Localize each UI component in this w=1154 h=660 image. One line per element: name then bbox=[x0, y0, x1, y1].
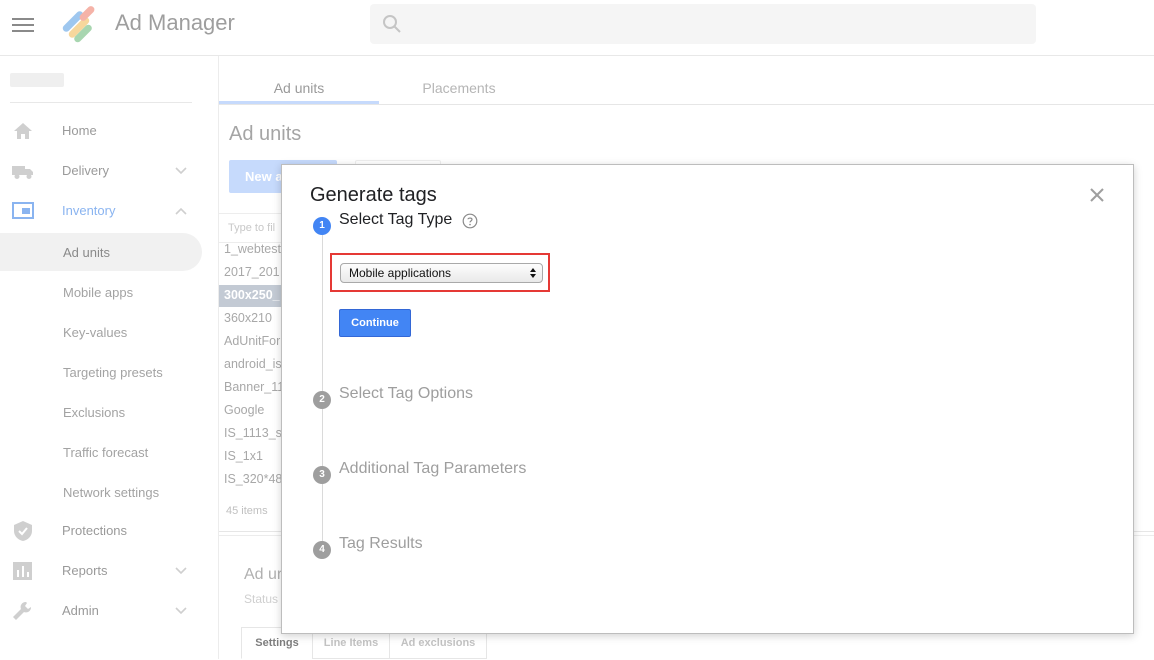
table-row[interactable]: Google bbox=[219, 400, 289, 422]
help-icon[interactable] bbox=[462, 213, 478, 229]
dialog-title: Generate tags bbox=[310, 184, 437, 206]
sidebar-item-label: Delivery bbox=[62, 163, 109, 178]
sidebar-subitem-exclusions[interactable]: Exclusions bbox=[0, 393, 202, 431]
sidebar-subitem-label: Traffic forecast bbox=[63, 445, 149, 460]
table-row[interactable]: Banner_11 bbox=[219, 377, 289, 399]
shield-icon bbox=[12, 521, 34, 541]
row-label: IS_320*48 bbox=[224, 472, 283, 486]
search-icon bbox=[382, 14, 402, 39]
sidebar-item-label: Protections bbox=[62, 523, 128, 538]
sidebar-item-label: Admin bbox=[62, 603, 99, 618]
table-row-selected[interactable]: 300x250_ bbox=[219, 285, 289, 307]
step-label-select-tag-type: Select Tag Type bbox=[339, 211, 453, 228]
sidebar-item-delivery[interactable]: Delivery bbox=[0, 154, 218, 188]
row-label: 2017_201 bbox=[224, 265, 280, 279]
table-row[interactable]: 2017_201 bbox=[219, 262, 289, 284]
detail-title: Ad ur bbox=[244, 566, 283, 583]
sidebar-subitem-label: Ad units bbox=[63, 245, 110, 260]
page-title: Ad units bbox=[229, 123, 302, 145]
sidebar-item-admin[interactable]: Admin bbox=[0, 594, 218, 628]
chevron-down-icon[interactable] bbox=[174, 164, 188, 178]
tab-bar: Ad units Placements bbox=[219, 66, 1154, 105]
sidebar-subitem-key-values[interactable]: Key-values bbox=[0, 313, 202, 351]
row-label: 1_webtest bbox=[224, 242, 281, 256]
top-bar: Ad Manager bbox=[0, 0, 1154, 56]
row-label: IS_1113_s bbox=[224, 426, 282, 440]
new-ad-unit-button-label: New a bbox=[245, 169, 283, 184]
app-brand: Ad Manager bbox=[115, 10, 235, 35]
sidebar-subitem-targeting-presets[interactable]: Targeting presets bbox=[0, 353, 202, 391]
truck-icon bbox=[12, 161, 34, 181]
tab-label: Ad exclusions bbox=[400, 637, 476, 649]
sidebar-divider bbox=[10, 102, 192, 103]
sidebar-item-label: Home bbox=[62, 123, 97, 138]
row-label: android_is bbox=[224, 357, 282, 371]
table-row[interactable]: AdUnitFor bbox=[219, 331, 289, 353]
select-arrows-icon bbox=[529, 266, 537, 280]
sidebar: Home Delivery Inventory Ad units Mobile … bbox=[0, 56, 219, 659]
tag-type-select[interactable]: Mobile applications bbox=[340, 263, 543, 283]
chevron-down-icon[interactable] bbox=[174, 564, 188, 578]
step-number: 4 bbox=[313, 541, 331, 559]
sidebar-item-reports[interactable]: Reports bbox=[0, 554, 218, 588]
sidebar-subitem-label: Exclusions bbox=[63, 405, 126, 420]
row-label: AdUnitFor bbox=[224, 334, 281, 348]
sidebar-subitem-label: Key-values bbox=[63, 325, 128, 340]
wrench-icon bbox=[12, 601, 34, 621]
ad-manager-logo-icon bbox=[58, 4, 102, 44]
tab-placements[interactable]: Placements bbox=[379, 80, 539, 96]
inventory-icon bbox=[12, 201, 34, 221]
table-row[interactable]: IS_1x1 bbox=[219, 446, 289, 468]
tab-label: Settings bbox=[255, 637, 299, 649]
sidebar-item-inventory[interactable]: Inventory bbox=[0, 194, 218, 228]
network-name bbox=[10, 73, 64, 87]
generate-tags-dialog: Generate tags 1 Select Tag Type Mobile a… bbox=[281, 164, 1134, 634]
sidebar-subitem-label: Targeting presets bbox=[63, 365, 163, 380]
sidebar-item-protections[interactable]: Protections bbox=[0, 514, 218, 548]
sidebar-item-label: Reports bbox=[62, 563, 108, 578]
step-label-tag-results: Tag Results bbox=[339, 535, 423, 552]
sidebar-subitem-ad-units[interactable]: Ad units bbox=[0, 233, 202, 271]
sidebar-subitem-traffic-forecast[interactable]: Traffic forecast bbox=[0, 433, 202, 471]
detail-status: Status bbox=[244, 592, 279, 606]
table-row[interactable]: IS_1113_s bbox=[219, 423, 289, 445]
continue-button-label: Continue bbox=[351, 317, 399, 329]
tag-type-select-value: Mobile applications bbox=[349, 266, 452, 280]
sidebar-item-label: Inventory bbox=[62, 203, 116, 218]
chevron-down-icon[interactable] bbox=[174, 604, 188, 618]
step-number: 3 bbox=[313, 466, 331, 484]
items-count: 45 items bbox=[226, 505, 268, 517]
bar-chart-icon bbox=[12, 561, 34, 581]
table-row[interactable]: 1_webtest bbox=[219, 239, 289, 261]
table-row[interactable]: 360x210 bbox=[219, 308, 289, 330]
tab-label: Line Items bbox=[323, 637, 379, 649]
active-tab-indicator bbox=[219, 101, 379, 104]
sidebar-subitem-label: Network settings bbox=[63, 485, 160, 500]
row-label: 360x210 bbox=[224, 311, 272, 325]
sidebar-subitem-label: Mobile apps bbox=[63, 285, 134, 300]
row-label: Banner_11 bbox=[224, 380, 285, 394]
row-label: IS_1x1 bbox=[224, 449, 263, 463]
sidebar-subitem-mobile-apps[interactable]: Mobile apps bbox=[0, 273, 202, 311]
continue-button[interactable]: Continue bbox=[339, 309, 411, 337]
close-icon[interactable] bbox=[1086, 184, 1108, 206]
menu-icon[interactable] bbox=[12, 14, 34, 36]
chevron-up-icon[interactable] bbox=[174, 204, 188, 218]
sidebar-subitem-network-settings[interactable]: Network settings bbox=[0, 473, 202, 511]
step-number: 2 bbox=[313, 391, 331, 409]
step-label-select-tag-options: Select Tag Options bbox=[339, 385, 474, 402]
step-number: 1 bbox=[313, 217, 331, 235]
step-label-additional-tag-parameters: Additional Tag Parameters bbox=[339, 460, 527, 477]
tab-ad-units[interactable]: Ad units bbox=[219, 80, 379, 96]
filter-placeholder: Type to fil bbox=[228, 222, 276, 234]
search-input[interactable] bbox=[370, 4, 1036, 44]
row-label: 300x250_ bbox=[224, 288, 280, 302]
sidebar-item-home[interactable]: Home bbox=[0, 114, 218, 148]
table-row[interactable]: android_is bbox=[219, 354, 289, 376]
home-icon bbox=[12, 121, 34, 141]
row-label: Google bbox=[224, 403, 265, 417]
table-row[interactable]: IS_320*48 bbox=[219, 469, 289, 491]
